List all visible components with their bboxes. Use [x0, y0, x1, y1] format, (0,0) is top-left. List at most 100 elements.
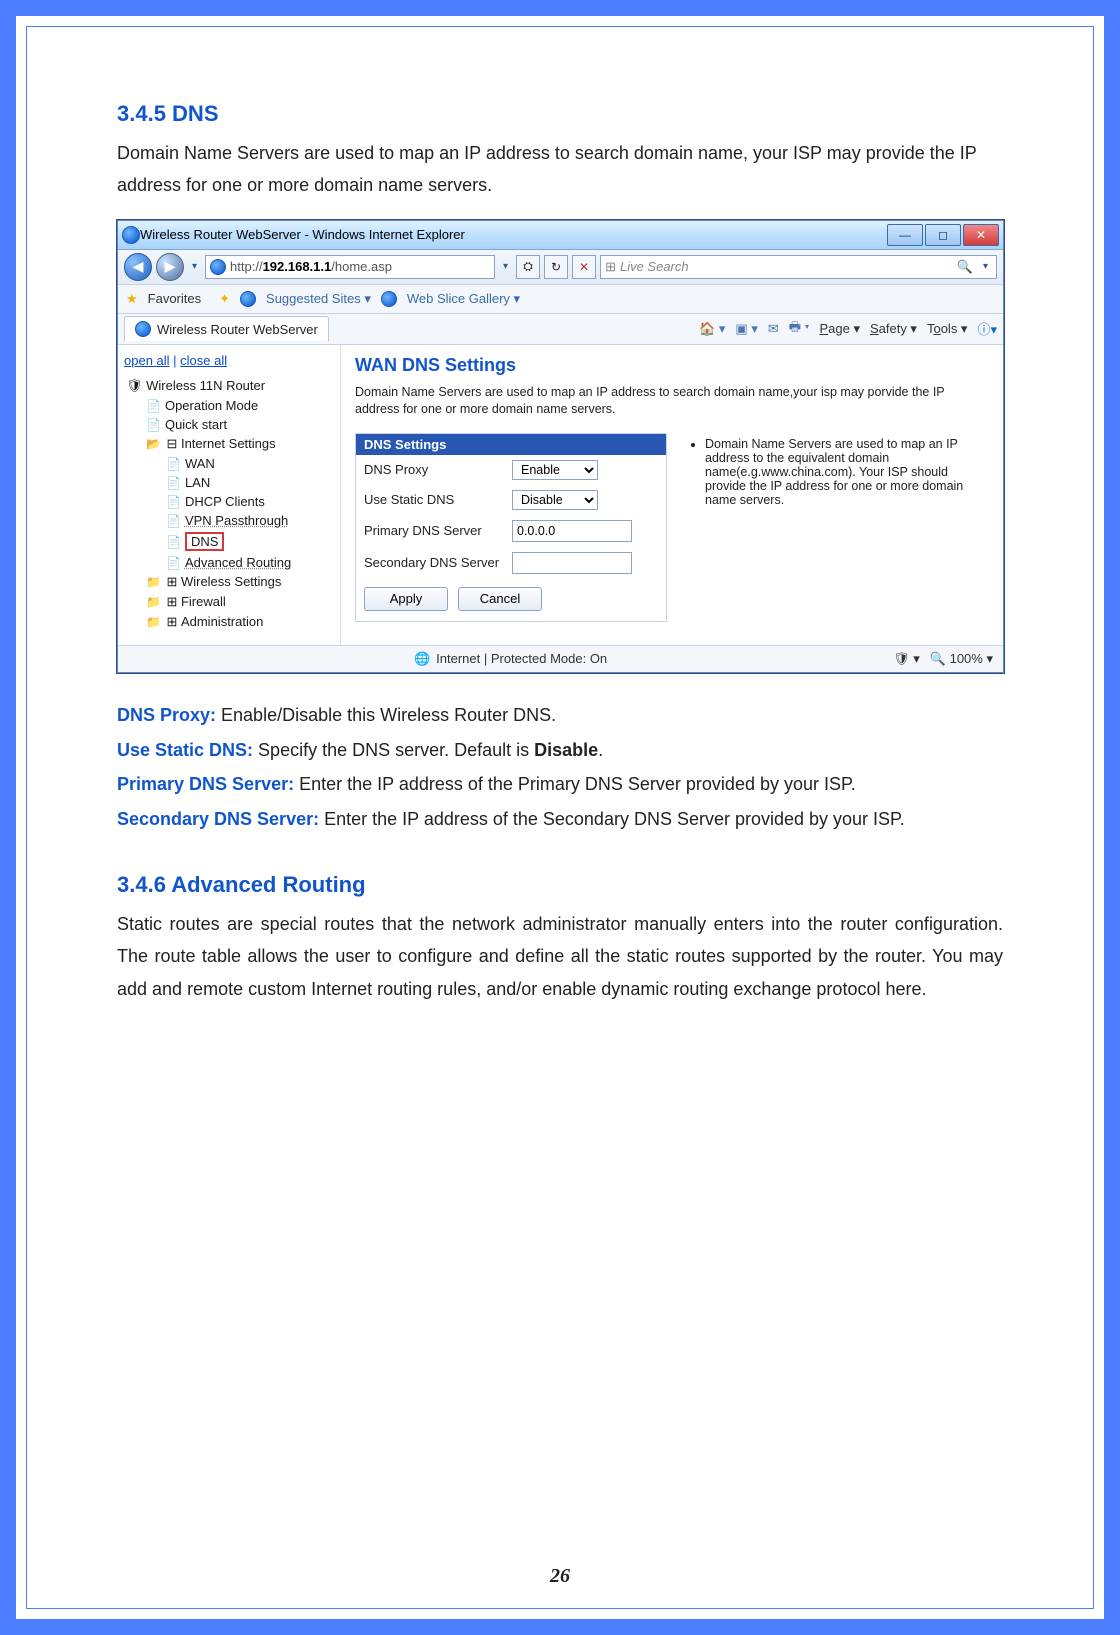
wan-dns-title: WAN DNS Settings: [355, 355, 987, 376]
dns-buttons: Apply Cancel: [356, 579, 666, 621]
address-dropdown[interactable]: ▾: [499, 261, 512, 272]
label-dns-proxy: DNS Proxy: [364, 462, 504, 477]
ie-titlebar: Wireless Router WebServer - Windows Inte…: [118, 221, 1003, 250]
window-buttons: — ◻ ✕: [885, 224, 999, 246]
cmd-page[interactable]: Page ▾: [819, 321, 860, 337]
protected-mode-icon[interactable]: 🛡 ▾: [893, 651, 920, 667]
label-primary-dns: Primary DNS Server: [364, 523, 504, 538]
row-primary-dns: Primary DNS Server: [356, 515, 666, 547]
dns-info-box: Domain Name Servers are used to map an I…: [683, 433, 987, 622]
status-text: Internet | Protected Mode: On: [436, 651, 607, 666]
cmd-tools[interactable]: Tools ▾: [927, 321, 968, 337]
sidebar-expand-controls: open all | close all: [124, 353, 334, 368]
def-primary: Primary DNS Server: Enter the IP address…: [117, 770, 1003, 799]
page-border-inner: 3.4.5 DNS Domain Name Servers are used t…: [26, 26, 1094, 1609]
label-secondary-dns: Secondary DNS Server: [364, 555, 504, 570]
search-provider-icon: ⊞: [605, 259, 616, 275]
ie-content-area: open all | close all 🛡 Wireless 11N Rout…: [118, 345, 1003, 645]
read-mail-icon[interactable]: ✉: [768, 321, 779, 337]
page-number: 26: [27, 1565, 1093, 1588]
search-go-icon[interactable]: 🔍: [955, 259, 975, 275]
dns-info-text: Domain Name Servers are used to map an I…: [705, 437, 981, 507]
internet-zone-icon: 🌐: [414, 651, 430, 667]
search-input[interactable]: ⊞ Live Search 🔍 ▾: [600, 255, 997, 279]
tree-advanced-routing[interactable]: Advanced Routing: [124, 553, 334, 572]
dns-panel: DNS Settings DNS Proxy Enable Use Static…: [355, 433, 987, 622]
ie-command-bar: 🏠 ▾ ▣ ▾ ✉ 🖶 ▾ Page ▾ Safety ▾ Tools ▾ ⓘ▾: [699, 318, 997, 340]
suggested-sites-link[interactable]: Suggested Sites ▾: [266, 291, 371, 307]
def-use-static: Use Static DNS: Specify the DNS server. …: [117, 736, 1003, 765]
tree-firewall[interactable]: ⊞Firewall: [124, 592, 334, 612]
tree-lan[interactable]: LAN: [124, 473, 334, 492]
ie-status-bar: 🌐 Internet | Protected Mode: On 🛡 ▾ 🔍 10…: [118, 645, 1003, 672]
tab-favicon-icon: [135, 321, 151, 337]
tree-wan[interactable]: WAN: [124, 454, 334, 473]
tree-wireless[interactable]: ⊞Wireless Settings: [124, 572, 334, 592]
ie-favorites-bar: ★ Favorites ✦ Suggested Sites ▾ Web Slic…: [118, 285, 1003, 314]
favorites-star-icon[interactable]: ★: [126, 291, 138, 307]
tab-label: Wireless Router WebServer: [157, 322, 318, 337]
suggested-sites-icon: [240, 291, 256, 307]
favorites-label[interactable]: Favorites: [148, 291, 201, 306]
close-button[interactable]: ✕: [963, 224, 999, 246]
input-secondary-dns[interactable]: [512, 552, 632, 574]
close-all-link[interactable]: close all: [180, 353, 227, 368]
open-all-link[interactable]: open all: [124, 353, 170, 368]
select-use-static[interactable]: Disable: [512, 490, 598, 510]
add-favorite-icon[interactable]: ✦: [219, 291, 230, 307]
nav-history-dropdown[interactable]: ▾: [188, 261, 201, 272]
home-icon[interactable]: 🏠 ▾: [699, 321, 725, 337]
row-dns-proxy: DNS Proxy Enable: [356, 455, 666, 485]
browser-tab[interactable]: Wireless Router WebServer: [124, 316, 329, 341]
refresh-button[interactable]: ↻: [544, 255, 568, 279]
address-input[interactable]: http://192.168.1.1/home.asp: [205, 255, 495, 279]
section-345-heading: 3.4.5 DNS: [117, 101, 1003, 127]
status-right: 🛡 ▾ 🔍 100% ▾: [893, 651, 993, 667]
cancel-button[interactable]: Cancel: [458, 587, 542, 611]
apply-button[interactable]: Apply: [364, 587, 448, 611]
router-sidebar: open all | close all 🛡 Wireless 11N Rout…: [118, 345, 341, 645]
section-345-intro: Domain Name Servers are used to map an I…: [117, 137, 1003, 202]
input-primary-dns[interactable]: [512, 520, 632, 542]
status-left: 🌐 Internet | Protected Mode: On: [414, 651, 607, 667]
compat-view-icon[interactable]: ⛭: [516, 255, 540, 279]
back-button[interactable]: ◀: [124, 253, 152, 281]
tree-administration[interactable]: ⊞Administration: [124, 612, 334, 632]
address-url: http://192.168.1.1/home.asp: [230, 259, 392, 274]
def-dns-proxy: DNS Proxy: Enable/Disable this Wireless …: [117, 701, 1003, 730]
minimize-button[interactable]: —: [887, 224, 923, 246]
print-icon[interactable]: 🖶 ▾: [789, 318, 810, 340]
tree-quick-start[interactable]: Quick start: [124, 415, 334, 434]
forward-button[interactable]: ▶: [156, 253, 184, 281]
cmd-safety[interactable]: Safety ▾: [870, 321, 917, 337]
row-secondary-dns: Secondary DNS Server: [356, 547, 666, 579]
select-dns-proxy[interactable]: Enable: [512, 460, 598, 480]
ie-window: Wireless Router WebServer - Windows Inte…: [117, 220, 1004, 673]
row-use-static: Use Static DNS Disable: [356, 485, 666, 515]
zoom-control[interactable]: 🔍 100% ▾: [930, 651, 993, 667]
nav-tree: 🛡 Wireless 11N Router Operation Mode Qui…: [124, 376, 334, 632]
tree-root[interactable]: 🛡 Wireless 11N Router: [124, 376, 334, 396]
feeds-icon[interactable]: ▣ ▾: [735, 321, 757, 337]
page-favicon-icon: [210, 259, 226, 275]
ie-tab-bar: Wireless Router WebServer 🏠 ▾ ▣ ▾ ✉ 🖶 ▾ …: [118, 314, 1003, 345]
ie-address-bar: ◀ ▶ ▾ http://192.168.1.1/home.asp ▾ ⛭ ↻ …: [118, 250, 1003, 285]
tree-operation-mode[interactable]: Operation Mode: [124, 396, 334, 415]
section-346-body: Static routes are special routes that th…: [117, 908, 1003, 1005]
help-icon[interactable]: ⓘ▾: [977, 319, 997, 338]
stop-button[interactable]: ✕: [572, 255, 596, 279]
ie-app-icon: [122, 226, 140, 244]
wan-dns-intro: Domain Name Servers are used to map an I…: [355, 384, 987, 419]
tree-dns[interactable]: DNS: [124, 530, 334, 553]
tree-vpn[interactable]: VPN Passthrough: [124, 511, 334, 530]
tree-dhcp[interactable]: DHCP Clients: [124, 492, 334, 511]
def-secondary: Secondary DNS Server: Enter the IP addre…: [117, 805, 1003, 834]
search-dropdown[interactable]: ▾: [979, 261, 992, 272]
web-slice-link[interactable]: Web Slice Gallery ▾: [407, 291, 520, 307]
tree-internet-settings[interactable]: ⊟Internet Settings: [124, 434, 334, 454]
maximize-button[interactable]: ◻: [925, 224, 961, 246]
ie-title: Wireless Router WebServer - Windows Inte…: [140, 227, 885, 242]
search-placeholder: Live Search: [620, 259, 689, 274]
page-background: 3.4.5 DNS Domain Name Servers are used t…: [0, 0, 1120, 1635]
page-border-outer: 3.4.5 DNS Domain Name Servers are used t…: [14, 14, 1106, 1621]
